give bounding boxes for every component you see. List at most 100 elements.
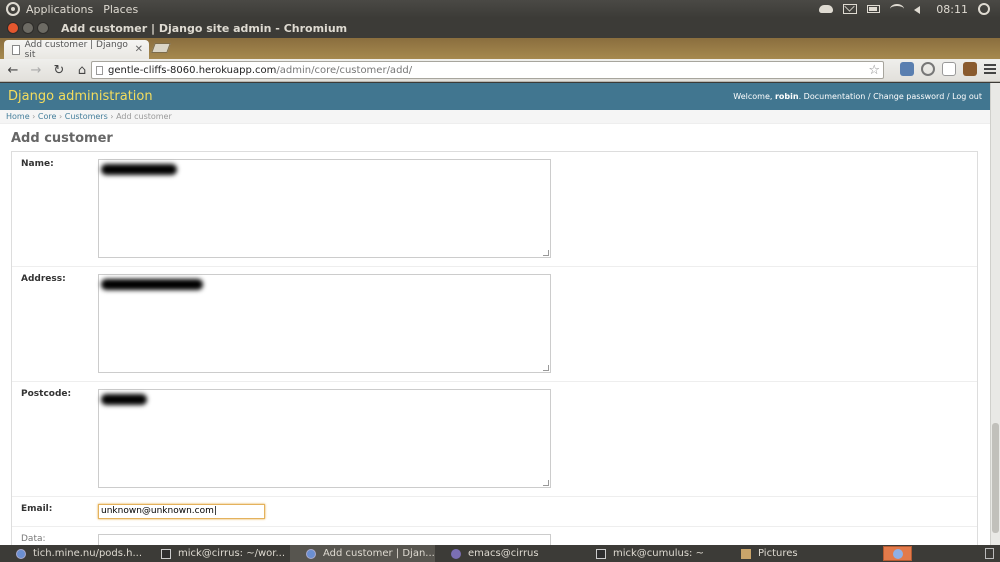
clock[interactable]: 08:11 bbox=[936, 3, 968, 16]
mail-extension-icon[interactable] bbox=[942, 62, 956, 76]
page-title: Add customer bbox=[11, 131, 113, 146]
cloud-icon[interactable] bbox=[819, 5, 834, 13]
chromium-icon bbox=[306, 548, 316, 559]
user-tools: Welcome, robin. Documentation / Change p… bbox=[733, 92, 982, 101]
places-menu[interactable]: Places bbox=[103, 3, 138, 16]
resize-handle[interactable] bbox=[543, 250, 549, 256]
url-host: gentle-cliffs-8060.herokuapp.com bbox=[108, 64, 277, 76]
mail-icon[interactable] bbox=[843, 4, 858, 14]
redacted-text bbox=[101, 164, 177, 175]
scroll-thumb[interactable] bbox=[992, 423, 999, 533]
address-bar[interactable]: gentle-cliffs-8060.herokuapp.com/admin/c… bbox=[91, 61, 884, 79]
emacs-icon bbox=[451, 548, 461, 559]
window-titlebar: Add customer | Django site admin - Chrom… bbox=[0, 18, 1000, 38]
wifi-icon[interactable] bbox=[890, 4, 905, 14]
resize-handle[interactable] bbox=[543, 365, 549, 371]
terminal-icon bbox=[161, 548, 171, 559]
breadcrumb-home[interactable]: Home bbox=[6, 112, 30, 121]
postcode-label: Postcode: bbox=[21, 389, 72, 399]
maximize-window-button[interactable] bbox=[37, 22, 49, 34]
username: robin bbox=[774, 92, 799, 101]
breadcrumb-separator: › bbox=[29, 112, 38, 121]
taskbar-item-label: Pictures bbox=[758, 548, 798, 559]
top-panel: Applications Places 08:11 bbox=[0, 0, 1000, 18]
form-row-email: Email: unknown@unknown.com| bbox=[12, 497, 977, 527]
volume-icon[interactable] bbox=[914, 4, 926, 14]
email-field[interactable]: unknown@unknown.com| bbox=[98, 504, 265, 519]
bookmark-star-icon[interactable]: ☆ bbox=[868, 63, 880, 78]
panel-indicators: 08:11 bbox=[819, 3, 990, 16]
menu-icon[interactable] bbox=[984, 64, 996, 74]
taskbar-item-label: Add customer | Djan... bbox=[323, 548, 435, 559]
reload-icon[interactable]: ↻ bbox=[49, 60, 69, 80]
url-path: /admin/core/customer/add/ bbox=[276, 64, 413, 76]
tab-close-icon[interactable]: ✕ bbox=[135, 44, 143, 55]
name-label: Name: bbox=[21, 159, 54, 169]
resize-handle[interactable] bbox=[543, 480, 549, 486]
browser-toolbar: ← → ↻ ⌂ gentle-cliffs-8060.herokuapp.com… bbox=[0, 59, 1000, 82]
applications-menu[interactable]: Applications bbox=[26, 3, 93, 16]
home-icon[interactable]: ⌂ bbox=[72, 60, 92, 80]
redacted-text bbox=[101, 394, 147, 405]
trash-icon[interactable] bbox=[985, 548, 994, 559]
taskbar-chromium-button[interactable] bbox=[883, 546, 912, 561]
taskbar-item-label: tich.mine.nu/pods.h... bbox=[33, 548, 143, 559]
customer-form: Name: Address: Postcode: Email: unknown@… bbox=[11, 151, 978, 545]
page-icon bbox=[12, 44, 20, 55]
breadcrumb: Home › Core › Customers › Add customer bbox=[0, 110, 990, 124]
close-window-button[interactable] bbox=[7, 22, 19, 34]
breadcrumb-customers[interactable]: Customers bbox=[65, 112, 108, 121]
browser-tab[interactable]: Add customer | Django sit ✕ bbox=[4, 39, 149, 60]
data-textarea[interactable] bbox=[98, 534, 551, 545]
taskbar-item[interactable]: Add customer | Djan... bbox=[290, 545, 435, 562]
back-icon[interactable]: ← bbox=[3, 60, 23, 80]
ubuntu-logo-icon[interactable] bbox=[6, 2, 20, 16]
clock-extension-icon[interactable] bbox=[921, 62, 935, 76]
user-links[interactable]: . Documentation / Change password / Log … bbox=[799, 92, 982, 101]
form-row-name: Name: bbox=[12, 152, 977, 267]
minimize-window-button[interactable] bbox=[22, 22, 34, 34]
taskbar-item[interactable]: Pictures bbox=[725, 545, 855, 562]
welcome-text: Welcome, bbox=[733, 92, 773, 101]
tab-strip: Add customer | Django sit ✕ bbox=[0, 38, 1000, 60]
page-content: Django administration Welcome, robin. Do… bbox=[0, 83, 990, 545]
taskbar-item-label: mick@cumulus: ~ bbox=[613, 548, 704, 559]
window-title: Add customer | Django site admin - Chrom… bbox=[61, 21, 348, 35]
address-label: Address: bbox=[21, 274, 66, 284]
django-header: Django administration Welcome, robin. Do… bbox=[0, 83, 990, 110]
page-icon bbox=[96, 65, 103, 75]
taskbar-item[interactable]: tich.mine.nu/pods.h... bbox=[0, 545, 145, 562]
form-row-postcode: Postcode: bbox=[12, 382, 977, 497]
calendar-extension-icon[interactable] bbox=[963, 62, 977, 76]
name-textarea[interactable] bbox=[98, 159, 551, 258]
breadcrumb-current: Add customer bbox=[116, 112, 172, 121]
form-row-address: Address: bbox=[12, 267, 977, 382]
email-label: Email: bbox=[21, 504, 53, 514]
site-branding[interactable]: Django administration bbox=[8, 89, 153, 104]
taskbar-item-label: emacs@cirrus bbox=[468, 548, 539, 559]
gear-icon[interactable] bbox=[978, 3, 990, 15]
taskbar: tich.mine.nu/pods.h... mick@cirrus: ~/wo… bbox=[0, 545, 1000, 562]
terminal-icon bbox=[596, 548, 606, 559]
address-textarea[interactable] bbox=[98, 274, 551, 373]
taskbar-item-label: mick@cirrus: ~/wor... bbox=[178, 548, 286, 559]
tab-title: Add customer | Django sit bbox=[24, 39, 128, 60]
breadcrumb-separator: › bbox=[56, 112, 65, 121]
extension-icons bbox=[900, 62, 996, 76]
postcode-textarea[interactable] bbox=[98, 389, 551, 488]
chromium-icon bbox=[892, 548, 903, 559]
form-row-data: Data: bbox=[12, 527, 977, 545]
extension-icon[interactable] bbox=[900, 62, 914, 76]
taskbar-item[interactable]: mick@cumulus: ~ bbox=[580, 545, 725, 562]
new-tab-button[interactable] bbox=[151, 43, 171, 53]
page-scrollbar[interactable] bbox=[990, 83, 1000, 545]
email-value: unknown@unknown.com bbox=[101, 506, 214, 516]
data-label: Data: bbox=[21, 534, 46, 544]
forward-icon[interactable]: → bbox=[26, 60, 46, 80]
taskbar-item[interactable]: emacs@cirrus bbox=[435, 545, 580, 562]
redacted-text bbox=[101, 279, 203, 290]
taskbar-item[interactable]: mick@cirrus: ~/wor... bbox=[145, 545, 290, 562]
folder-icon bbox=[741, 548, 751, 559]
battery-icon[interactable] bbox=[867, 5, 881, 13]
breadcrumb-core[interactable]: Core bbox=[38, 112, 57, 121]
